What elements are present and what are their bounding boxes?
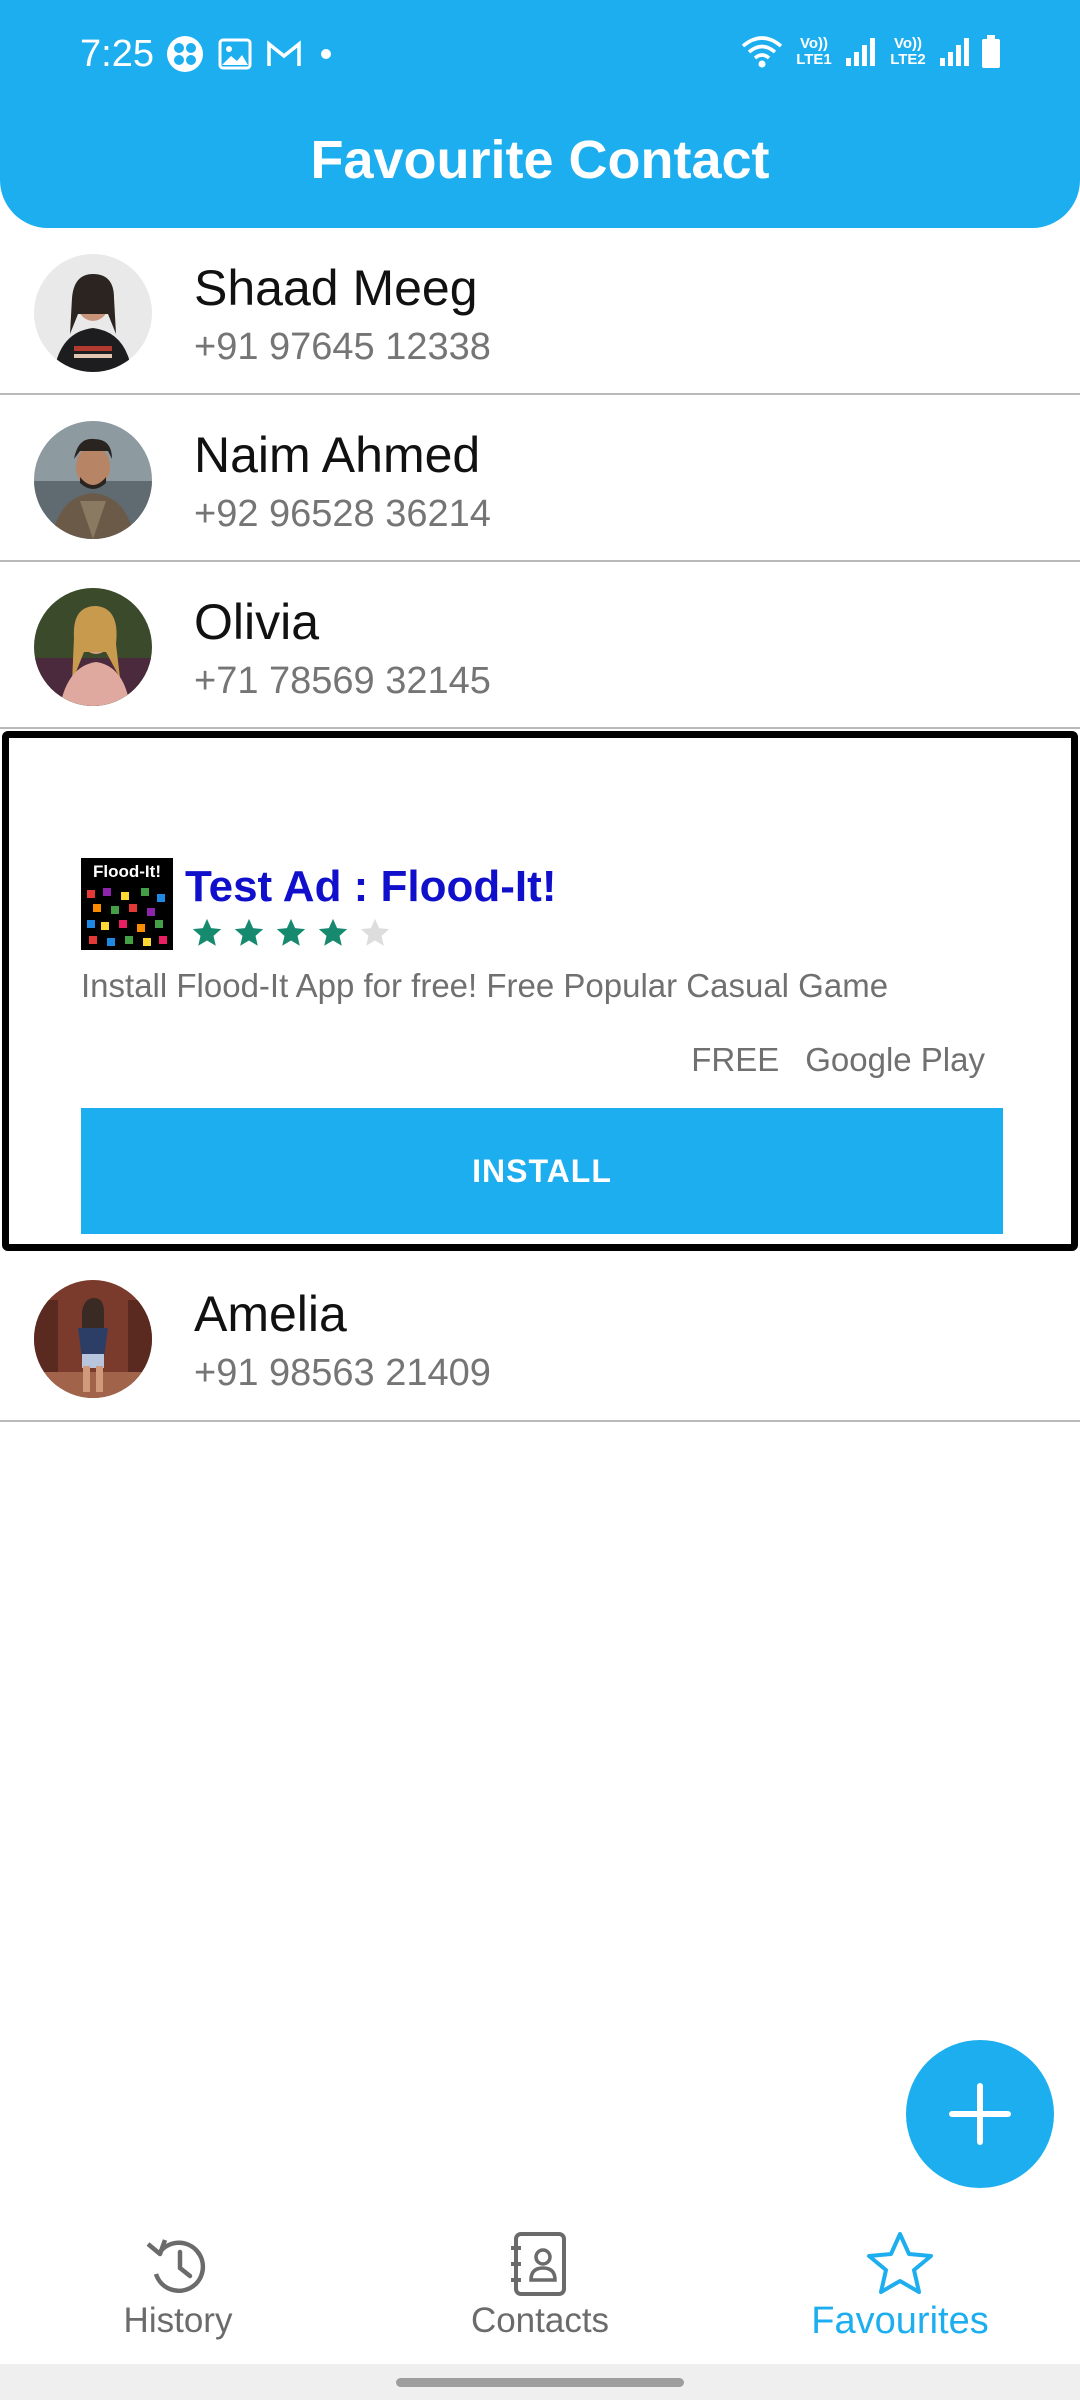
nav-item-history[interactable]: History [28, 2206, 328, 2368]
status-time: 7:25 [80, 33, 154, 75]
contact-name: Amelia [194, 1286, 347, 1342]
ad-banner[interactable]: Flood-It! Test Ad: Flood-It! Install Fl… [2, 731, 1078, 1251]
nav-label-contacts: Contacts [470, 2301, 610, 2340]
star-icon [318, 918, 348, 946]
star-empty-icon [360, 918, 390, 946]
avatar [34, 1280, 152, 1398]
contact-name: Naim Ahmed [194, 427, 481, 483]
contacts-book-icon [511, 2232, 566, 2296]
star-icon [867, 2232, 933, 2294]
contact-phone: +91 98563 21409 [194, 1352, 491, 1394]
screen: 7:25 Vo)) LTE1 Vo)) LTE2 Favourite Conta… [0, 0, 1080, 2400]
contact-phone: +91 97645 12338 [194, 326, 491, 368]
contact-row-naim-ahmed[interactable]: Naim Ahmed +92 96528 36214 [0, 395, 1080, 562]
plus-icon [949, 2083, 1011, 2145]
signal-icon [846, 38, 875, 66]
dot-icon [321, 49, 331, 59]
contact-row-amelia[interactable]: Amelia +91 98563 21409 [0, 1254, 1080, 1422]
nav-item-favourites[interactable]: Favourites [750, 2206, 1050, 2368]
ad-meta: FREE Google Play [691, 1038, 985, 1082]
avatar [34, 588, 152, 706]
avatar [34, 254, 152, 372]
nav-label-favourites: Favourites [811, 2300, 989, 2342]
wifi-icon [741, 36, 783, 68]
gesture-area [0, 2364, 1080, 2400]
nav-item-contacts[interactable]: Contacts [390, 2206, 690, 2368]
app-header: 7:25 Vo)) LTE1 Vo)) LTE2 Favourite Conta… [0, 0, 1080, 228]
star-icon [192, 918, 222, 946]
ad-store: Google Play [805, 1041, 985, 1078]
page-title: Favourite Contact [310, 130, 770, 190]
gallery-icon [218, 38, 252, 70]
home-gesture-bar[interactable] [396, 2378, 684, 2387]
ad-description: Install Flood-It App for free! Free Popu… [81, 967, 889, 1004]
nav-label-history: History [123, 2301, 233, 2340]
contact-phone: +71 78569 32145 [194, 660, 491, 702]
contact-row-olivia[interactable]: Olivia +71 78569 32145 [0, 562, 1080, 729]
star-icon [276, 918, 306, 946]
sim1-label: Vo)) LTE1 [796, 35, 832, 68]
ad-rating [189, 916, 393, 950]
gmail-icon [267, 40, 301, 66]
ad-app-icon[interactable]: Flood-It! [81, 858, 173, 950]
bottom-nav: History Contacts Favourites [0, 2206, 1080, 2368]
sim2-label: Vo)) LTE2 [890, 35, 926, 68]
ad-price: FREE [691, 1041, 780, 1078]
contact-name: Shaad Meeg [194, 260, 478, 316]
star-icon [234, 918, 264, 946]
status-icons-left [166, 32, 336, 76]
history-icon [146, 2239, 206, 2294]
add-favourite-button[interactable] [906, 2040, 1054, 2188]
battery-icon [982, 35, 1000, 68]
contact-name: Olivia [194, 594, 320, 650]
contact-phone: +92 96528 36214 [194, 493, 491, 535]
pinwheel-icon [167, 36, 203, 72]
install-button[interactable]: INSTALL [81, 1108, 1003, 1234]
status-icons-right: Vo)) LTE1 Vo)) LTE2 [740, 30, 1002, 74]
signal-icon [940, 38, 969, 66]
status-bar: 7:25 Vo)) LTE1 Vo)) LTE2 [0, 0, 1080, 108]
avatar [34, 421, 152, 539]
contact-row-shaad-meeg[interactable]: Shaad Meeg +91 97645 12338 [0, 228, 1080, 395]
ad-title[interactable]: Test Ad : Flood-It! [185, 860, 556, 914]
